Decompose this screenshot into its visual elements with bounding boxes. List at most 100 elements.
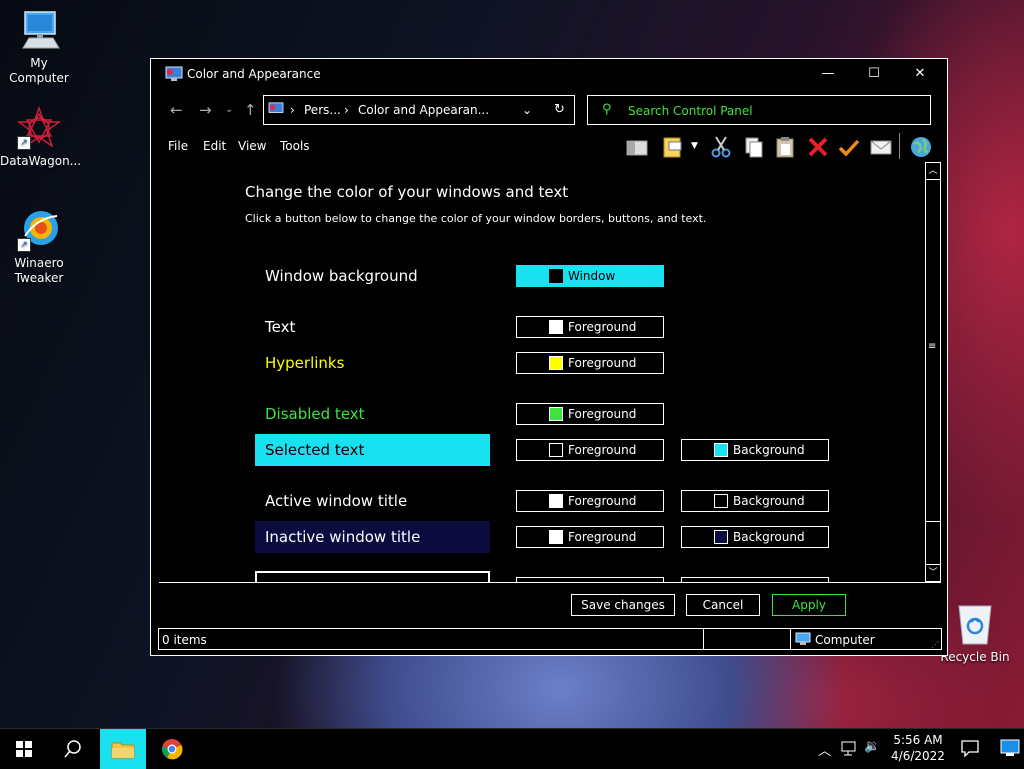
folder-icon xyxy=(111,742,135,759)
checkmark-icon[interactable] xyxy=(837,135,861,159)
resize-grip-icon[interactable]: ⋰ xyxy=(931,640,939,649)
preview-pane-icon[interactable] xyxy=(625,135,649,159)
start-button[interactable] xyxy=(0,729,48,769)
label-hyperlinks: Hyperlinks xyxy=(265,354,345,372)
mail-icon[interactable] xyxy=(869,135,893,159)
disabled-text-foreground-button[interactable]: Foreground xyxy=(516,403,664,425)
active-title-foreground-button[interactable]: Foreground xyxy=(516,490,664,512)
forward-arrow-icon[interactable]: → xyxy=(199,101,212,119)
computer-icon xyxy=(17,8,61,52)
color-swatch xyxy=(549,530,563,544)
paste-icon[interactable] xyxy=(773,135,797,159)
search-input[interactable]: Search Control Panel xyxy=(628,104,753,118)
apply-button[interactable]: Apply xyxy=(772,594,846,616)
search-taskbar-button[interactable] xyxy=(48,729,96,769)
maximize-icon: ☐ xyxy=(868,66,880,81)
color-swatch xyxy=(549,356,563,370)
status-location: Computer xyxy=(815,633,875,647)
minimize-button[interactable]: — xyxy=(805,59,851,89)
back-arrow-icon[interactable]: ← xyxy=(170,101,183,119)
label-active-window-title: Active window title xyxy=(265,492,408,510)
active-title-background-button[interactable]: Background xyxy=(681,490,829,512)
refresh-icon[interactable]: ↻ xyxy=(554,102,565,117)
scroll-up-arrow-icon[interactable]: ︿ xyxy=(926,163,940,180)
recent-locations-chevron-icon[interactable]: ⌄ xyxy=(225,104,233,115)
cancel-button[interactable]: Cancel xyxy=(686,594,760,616)
scroll-thumb[interactable]: ≡ xyxy=(926,181,940,522)
search-icon: ⚲ xyxy=(602,102,612,117)
folder-properties-icon[interactable] xyxy=(661,135,685,159)
breadcrumb-separator-icon: › xyxy=(290,103,295,117)
up-arrow-icon[interactable]: ↑ xyxy=(244,101,257,119)
clock[interactable]: 5:56 AM 4/6/2022 xyxy=(888,732,948,764)
inactive-title-foreground-button[interactable]: Foreground xyxy=(516,526,664,548)
color-and-appearance-window: Color and Appearance — ☐ ✕ ← → ⌄ ↑ › Per… xyxy=(150,58,948,656)
breadcrumb-personalization[interactable]: Pers... xyxy=(304,103,341,117)
menu-view[interactable]: View xyxy=(238,139,266,153)
menu-bar: File Edit View Tools ▼ xyxy=(151,131,947,161)
control-panel-icon xyxy=(165,66,183,85)
search-box[interactable]: ⚲ Search Control Panel xyxy=(587,95,931,125)
desktop-icon-my-computer[interactable]: My Computer xyxy=(0,8,78,86)
desktop-icon-label: DataWagon... xyxy=(0,154,82,168)
menu-file[interactable]: File xyxy=(168,139,188,153)
menu-tools[interactable]: Tools xyxy=(280,139,310,153)
title-bar[interactable]: Color and Appearance — ☐ ✕ xyxy=(151,59,947,89)
winaero-tweaker-icon: ↗ xyxy=(17,208,61,252)
desktop-icon-datawagon[interactable]: ↗ DataWagon... xyxy=(0,105,82,169)
selected-text-foreground-button[interactable]: Foreground xyxy=(516,439,664,461)
close-button[interactable]: ✕ xyxy=(897,59,943,89)
chrome-icon xyxy=(161,739,183,760)
cut-icon[interactable] xyxy=(709,135,733,159)
vertical-scrollbar[interactable]: ︿ ≡ ﹀ xyxy=(925,162,941,582)
color-swatch xyxy=(549,407,563,421)
notifications-icon[interactable] xyxy=(960,739,980,760)
color-swatch xyxy=(714,494,728,508)
content-pane: Change the color of your windows and tex… xyxy=(159,161,919,583)
control-panel-icon xyxy=(268,102,284,119)
content-divider xyxy=(159,582,941,583)
recycle-bin-icon xyxy=(953,602,997,646)
color-swatch xyxy=(549,269,563,283)
status-divider xyxy=(790,629,791,649)
address-bar[interactable]: › Pers... › Color and Appearan... ⌄ ↻ xyxy=(263,95,575,125)
label-selected-text: Selected text xyxy=(255,434,490,466)
label-text: Text xyxy=(265,318,296,336)
label-inactive-window-title: Inactive window title xyxy=(255,521,490,553)
taskbar: ︿ 🔉 5:56 AM 4/6/2022 xyxy=(0,728,1024,769)
status-item-count: 0 items xyxy=(162,633,207,647)
hyperlinks-foreground-button[interactable]: Foreground xyxy=(516,352,664,374)
copy-icon[interactable] xyxy=(742,135,766,159)
show-desktop-icon[interactable] xyxy=(1000,739,1020,760)
menu-edit[interactable]: Edit xyxy=(203,139,226,153)
window-background-button[interactable]: Window xyxy=(516,265,664,287)
color-swatch xyxy=(714,530,728,544)
page-description: Click a button below to change the color… xyxy=(245,212,707,225)
taskbar-file-explorer[interactable] xyxy=(100,729,146,769)
text-foreground-button[interactable]: Foreground xyxy=(516,316,664,338)
minimize-icon: — xyxy=(821,66,835,81)
save-changes-button[interactable]: Save changes xyxy=(571,594,675,616)
inactive-title-background-button[interactable]: Background xyxy=(681,526,829,548)
address-dropdown-chevron-icon[interactable]: ⌄ xyxy=(522,103,532,117)
scroll-down-arrow-icon[interactable]: ﹀ xyxy=(926,564,940,581)
volume-icon[interactable]: 🔉 xyxy=(864,739,880,754)
breadcrumb-color-and-appearance[interactable]: Color and Appearan... xyxy=(358,103,489,117)
color-swatch xyxy=(549,443,563,457)
network-icon[interactable] xyxy=(840,739,858,760)
globe-icon[interactable] xyxy=(909,135,933,159)
color-swatch xyxy=(549,320,563,334)
window-title: Color and Appearance xyxy=(187,67,321,81)
shortcut-arrow-icon: ↗ xyxy=(17,238,31,252)
maximize-button[interactable]: ☐ xyxy=(851,59,897,89)
show-hidden-icons-chevron-icon[interactable]: ︿ xyxy=(818,740,831,759)
taskbar-chrome[interactable] xyxy=(148,729,196,769)
clock-date: 4/6/2022 xyxy=(891,749,945,763)
selected-text-background-button[interactable]: Background xyxy=(681,439,829,461)
close-icon: ✕ xyxy=(914,66,926,81)
status-bar: 0 items Computer ⋰ xyxy=(158,628,942,650)
desktop-icon-winaero-tweaker[interactable]: ↗ Winaero Tweaker xyxy=(0,208,78,286)
color-swatch xyxy=(714,443,728,457)
desktop-icon-label: Winaero Tweaker xyxy=(14,256,64,285)
delete-icon[interactable] xyxy=(806,135,830,159)
